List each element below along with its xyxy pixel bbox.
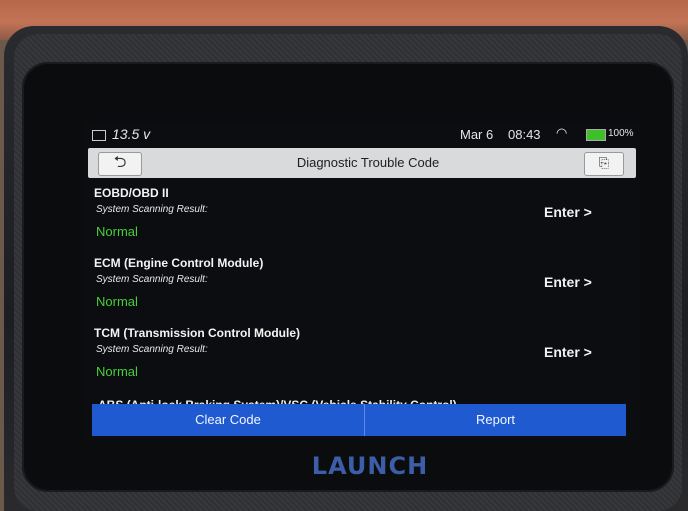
- system-subtitle: System Scanning Result:: [96, 344, 208, 355]
- back-button[interactable]: ⮌: [98, 152, 142, 176]
- action-bar: Clear Code Report: [92, 404, 626, 436]
- status-time: 08:43: [508, 127, 541, 142]
- clear-code-button[interactable]: Clear Code: [92, 404, 365, 436]
- back-arrow-icon: ⮌: [113, 154, 127, 171]
- wifi-icon: ◠: [556, 125, 568, 140]
- report-button[interactable]: Report: [365, 404, 626, 436]
- system-list[interactable]: EOBD/OBD II System Scanning Result: Norm…: [84, 180, 640, 406]
- battery-icon: [586, 129, 606, 141]
- title-bar: ⮌ Diagnostic Trouble Code ⎘: [88, 148, 636, 178]
- status-bar: 13.5 v Mar 6 08:43 ◠ 100%: [84, 122, 640, 148]
- list-item[interactable]: TCM (Transmission Control Module) System…: [84, 320, 640, 390]
- voltage-readout: 13.5 v: [92, 126, 150, 142]
- exit-button[interactable]: ⎘: [584, 152, 624, 176]
- status-date: Mar 6: [460, 127, 494, 142]
- brand-logo: LAUNCH: [311, 452, 429, 480]
- exit-icon: ⎘: [598, 155, 610, 170]
- page-title: Diagnostic Trouble Code: [296, 155, 440, 170]
- system-name: TCM (Transmission Control Module): [94, 326, 300, 340]
- system-subtitle: System Scanning Result:: [96, 274, 208, 285]
- list-item[interactable]: ECM (Engine Control Module) System Scann…: [84, 250, 640, 320]
- battery-voltage-icon: [92, 129, 106, 141]
- voltage-value: 13.5: [112, 126, 140, 142]
- enter-button[interactable]: Enter >: [544, 204, 592, 220]
- system-status: Normal: [96, 294, 138, 309]
- enter-button[interactable]: Enter >: [544, 344, 592, 360]
- voltage-unit: v: [143, 126, 151, 142]
- system-status: Normal: [96, 364, 138, 379]
- system-subtitle: System Scanning Result:: [96, 204, 208, 215]
- system-name: ECM (Engine Control Module): [94, 256, 264, 270]
- system-name: EOBD/OBD II: [94, 186, 169, 200]
- list-item[interactable]: EOBD/OBD II System Scanning Result: Norm…: [84, 180, 640, 250]
- device-screen: 13.5 v Mar 6 08:43 ◠ 100% ⮌ Diagnostic T…: [84, 122, 640, 440]
- enter-button[interactable]: Enter >: [544, 274, 592, 290]
- battery-percent: 100%: [608, 128, 634, 139]
- system-status: Normal: [96, 224, 138, 239]
